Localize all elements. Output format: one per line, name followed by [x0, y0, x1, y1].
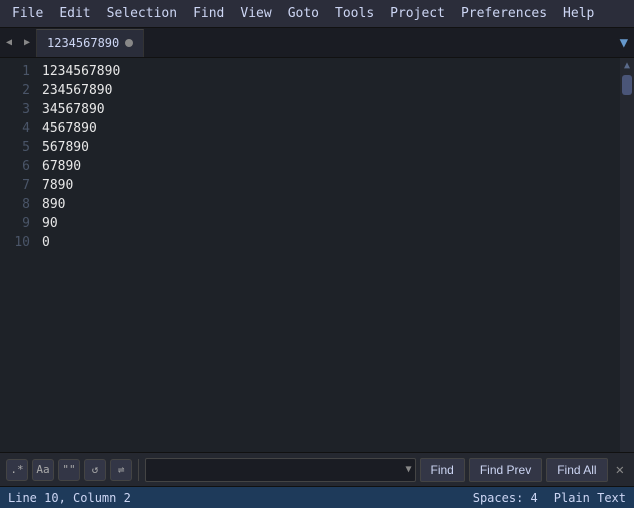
scroll-up-arrow[interactable]: ▲ [622, 58, 632, 73]
line-num: 4 [0, 119, 30, 138]
case-label: Aa [36, 463, 49, 476]
code-line: 0 [38, 233, 620, 252]
find-button[interactable]: Find [420, 458, 465, 482]
code-editor[interactable]: 1234567890 234567890 34567890 4567890 56… [38, 58, 620, 452]
code-line: 7890 [38, 176, 620, 195]
case-toggle[interactable]: Aa [32, 459, 54, 481]
tab-label: 1234567890 [47, 36, 119, 50]
line-num: 10 [0, 233, 30, 252]
find-input-dropdown-arrow[interactable]: ▼ [405, 464, 411, 475]
line-num: 8 [0, 195, 30, 214]
find-prev-button[interactable]: Find Prev [469, 458, 542, 482]
line-num: 3 [0, 100, 30, 119]
word-toggle[interactable]: "" [58, 459, 80, 481]
menu-file[interactable]: File [4, 3, 51, 24]
regex-toggle[interactable]: .* [6, 459, 28, 481]
code-line: 34567890 [38, 100, 620, 119]
regex-label: .* [10, 463, 23, 476]
code-line: 4567890 [38, 119, 620, 138]
menu-tools[interactable]: Tools [327, 3, 382, 24]
line-num: 6 [0, 157, 30, 176]
line-num: 5 [0, 138, 30, 157]
find-bar: .* Aa "" ↺ ⇌ ▼ Find Find Prev Find All ✕ [0, 452, 634, 486]
tab-next-arrow[interactable]: ▶ [18, 29, 36, 57]
in-selection-toggle[interactable]: ⇌ [110, 459, 132, 481]
menu-view[interactable]: View [232, 3, 279, 24]
editor-area: 1 2 3 4 5 6 7 8 9 10 1234567890 23456789… [0, 58, 634, 452]
menu-help[interactable]: Help [555, 3, 602, 24]
menu-preferences[interactable]: Preferences [453, 3, 555, 24]
code-line: 890 [38, 195, 620, 214]
find-all-button[interactable]: Find All [546, 458, 607, 482]
line-num: 7 [0, 176, 30, 195]
wrap-toggle[interactable]: ↺ [84, 459, 106, 481]
active-tab[interactable]: 1234567890 [36, 29, 144, 57]
menu-goto[interactable]: Goto [280, 3, 327, 24]
menu-find[interactable]: Find [185, 3, 232, 24]
vertical-scrollbar[interactable]: ▲ [620, 58, 634, 452]
tab-list-dropdown[interactable]: ▼ [614, 35, 634, 51]
status-right: Spaces: 4 Plain Text [473, 491, 626, 505]
status-position: Line 10, Column 2 [8, 491, 473, 505]
find-input[interactable] [145, 458, 416, 482]
menu-edit[interactable]: Edit [51, 3, 98, 24]
line-num: 9 [0, 214, 30, 233]
code-line: 234567890 [38, 81, 620, 100]
cursor-position: Line 10, Column 2 [8, 491, 131, 505]
menu-selection[interactable]: Selection [99, 3, 185, 24]
tab-modified-dot [125, 39, 133, 47]
code-line: 1234567890 [38, 62, 620, 81]
in-sel-label: ⇌ [118, 463, 125, 476]
tab-bar: ◀ ▶ 1234567890 ▼ [0, 28, 634, 58]
status-spaces: Spaces: 4 [473, 491, 538, 505]
wrap-label: ↺ [92, 463, 99, 476]
status-file-type: Plain Text [554, 491, 626, 505]
line-num: 2 [0, 81, 30, 100]
word-label: "" [62, 463, 75, 476]
tab-prev-arrow[interactable]: ◀ [0, 29, 18, 57]
code-line: 567890 [38, 138, 620, 157]
line-num: 1 [0, 62, 30, 81]
scroll-thumb[interactable] [622, 75, 632, 95]
menu-project[interactable]: Project [382, 3, 453, 24]
find-divider [138, 459, 139, 481]
status-bar: Line 10, Column 2 Spaces: 4 Plain Text [0, 486, 634, 508]
menu-bar: File Edit Selection Find View Goto Tools… [0, 0, 634, 28]
code-line: 67890 [38, 157, 620, 176]
find-input-container: ▼ [145, 458, 416, 482]
find-close-button[interactable]: ✕ [612, 462, 628, 478]
code-line: 90 [38, 214, 620, 233]
line-numbers: 1 2 3 4 5 6 7 8 9 10 [0, 58, 38, 452]
